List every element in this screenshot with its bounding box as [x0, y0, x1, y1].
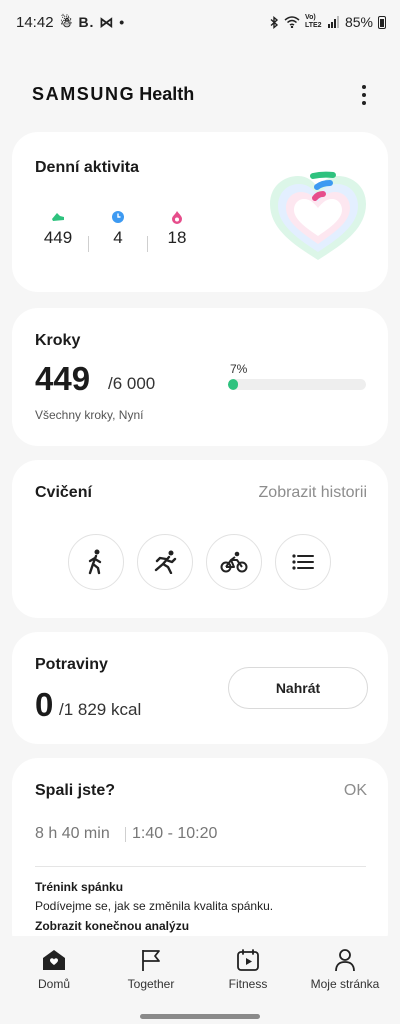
wifi-icon [284, 16, 300, 28]
nav-item-my-page[interactable]: Moje stránka [305, 948, 385, 991]
flame-icon [172, 211, 182, 224]
brand-sub: Health [139, 84, 195, 104]
fitness-icon [237, 949, 259, 971]
bottom-navigation: Domů Together Fitness Moje stránka [0, 936, 400, 1024]
nav-item-together[interactable]: Together [111, 948, 191, 991]
nav-label-together: Together [127, 977, 175, 991]
more-vert-dot [362, 101, 366, 105]
gesture-home-bar[interactable] [140, 1014, 260, 1019]
view-history-link[interactable]: Zobrazit historii [259, 484, 367, 502]
activity-steps-value: 449 [43, 228, 73, 247]
food-value: 0 [35, 686, 54, 723]
more-vert-icon [362, 85, 366, 89]
nav-item-fitness[interactable]: Fitness [208, 948, 288, 991]
walking-button[interactable] [68, 534, 124, 590]
sleep-training-title: Trénink spánku [35, 880, 124, 894]
list-icon [292, 554, 314, 570]
exercise-card: Cvičení Zobrazit historii [12, 460, 388, 618]
profile-icon [335, 949, 355, 972]
steps-progress-fill [228, 379, 238, 390]
network-type: Vo) LTE2 [304, 14, 322, 29]
steps-icon [52, 213, 64, 221]
status-time: 14:42 [16, 14, 54, 31]
sleep-divider-bar [125, 827, 126, 842]
sleep-ok-button[interactable]: OK [344, 782, 367, 800]
home-icon [43, 950, 65, 970]
food-title: Potraviny [35, 656, 108, 673]
cycling-icon [220, 551, 248, 573]
flag-icon [142, 950, 160, 971]
sleep-title: Spali jste? [35, 782, 116, 799]
steps-card[interactable]: Kroky 449 /6 000 Všechny kroky, Nyní 7% [12, 308, 388, 446]
status-right: Vo) LTE2 85% [270, 14, 386, 30]
sleep-time-range: 1:40 - 10:20 [132, 825, 218, 842]
app-header: SAMSUNG Health [0, 80, 400, 110]
activity-time-value: 4 [113, 228, 123, 247]
clock-icon [112, 211, 124, 223]
sleep-duration: 8 h 40 min [35, 825, 110, 842]
nav-item-home[interactable]: Domů [14, 948, 94, 991]
metric-divider [147, 236, 148, 252]
status-bar: 14:42 ☃ B. ⋈ • Vo) LTE2 85% [0, 0, 400, 44]
battery-icon [378, 15, 386, 29]
steps-progress-bar [228, 379, 366, 390]
steps-subtitle: Všechny kroky, Nyní [35, 408, 144, 422]
activity-steps-metric: 449 [38, 210, 78, 248]
running-button[interactable] [137, 534, 193, 590]
steps-progress-label: 7% [230, 362, 248, 376]
steps-goal: /6 000 [108, 374, 156, 393]
more-vert-dot [362, 93, 366, 97]
app-logo: SAMSUNG Health [32, 84, 194, 105]
walking-icon [88, 549, 102, 575]
nav-label-home: Domů [37, 977, 70, 991]
running-icon [154, 550, 177, 574]
steps-title: Kroky [35, 332, 81, 349]
cycling-button[interactable] [206, 534, 262, 590]
more-options-button[interactable] [354, 82, 374, 108]
sleep-card: Spali jste? OK 8 h 40 min 1:40 - 10:20 T… [12, 758, 388, 958]
activity-calories-metric: 18 [157, 210, 197, 248]
activity-heart-icon [270, 171, 366, 260]
metric-divider [88, 236, 89, 252]
daily-activity-title: Denní aktivita [35, 159, 140, 176]
final-analysis-link[interactable]: Zobrazit konečnou analýzu [35, 919, 189, 933]
food-goal: /1 829 kcal [59, 700, 142, 719]
activity-time-metric: 4 [98, 210, 138, 248]
nav-label-fitness: Fitness [228, 977, 268, 991]
notification-icons: ☃ B. ⋈ • [60, 14, 126, 30]
brand-main: SAMSUNG [32, 84, 136, 104]
sleep-training-description: Podívejme se, jak se změnila kvalita spá… [35, 899, 274, 913]
upload-food-button[interactable]: Nahrát [228, 667, 368, 709]
food-card[interactable]: Potraviny 0 /1 829 kcal Nahrát [12, 632, 388, 744]
nav-label-my-page: Moje stránka [310, 977, 380, 991]
exercise-title: Cvičení [35, 484, 92, 501]
sleep-section-divider [35, 866, 366, 867]
exercise-list-button[interactable] [275, 534, 331, 590]
daily-activity-card[interactable]: Denní aktivita 449 4 18 [12, 132, 388, 292]
signal-icon [327, 16, 339, 28]
activity-calories-value: 18 [167, 228, 187, 247]
battery-percent: 85% [344, 14, 373, 30]
steps-value: 449 [35, 360, 91, 397]
bluetooth-icon [270, 15, 279, 29]
